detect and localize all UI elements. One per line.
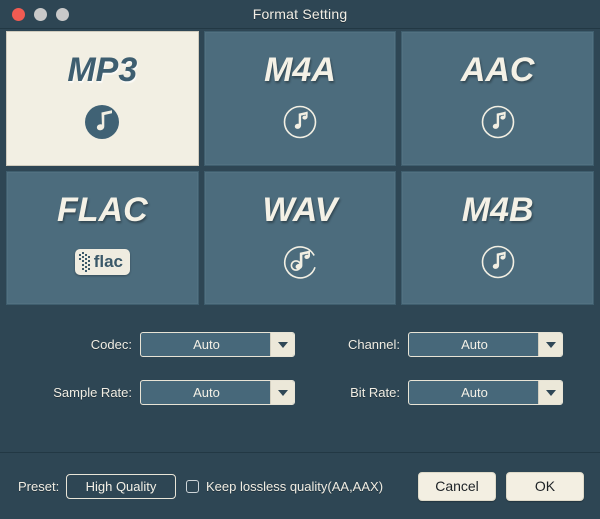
checkbox-box-icon[interactable]: [186, 480, 199, 493]
ok-button[interactable]: OK: [506, 472, 584, 501]
music-note-disc-icon: [279, 241, 321, 283]
keep-lossless-checkbox[interactable]: Keep lossless quality(AA,AAX): [186, 479, 383, 494]
sample-rate-value: Auto: [193, 385, 242, 400]
channel-value: Auto: [461, 337, 510, 352]
maximize-window-icon[interactable]: [56, 8, 69, 21]
music-note-circle-icon: [477, 241, 519, 283]
chevron-down-icon[interactable]: [270, 333, 294, 356]
bit-rate-value: Auto: [461, 385, 510, 400]
codec-row: Codec: Auto: [30, 332, 295, 357]
format-grid: MP3 M4A AAC: [6, 31, 594, 305]
sample-rate-select[interactable]: Auto: [140, 380, 295, 405]
format-tile-label: FLAC: [57, 193, 148, 227]
chevron-down-icon[interactable]: [538, 333, 562, 356]
window-titlebar: Format Setting: [0, 0, 600, 29]
codec-value: Auto: [193, 337, 242, 352]
cancel-button[interactable]: Cancel: [418, 472, 496, 501]
flac-bars-icon: [79, 252, 91, 272]
bottom-bar: Preset: High Quality Keep lossless quali…: [0, 453, 600, 519]
close-window-icon[interactable]: [12, 8, 25, 21]
format-tile-m4a[interactable]: M4A: [204, 31, 397, 166]
music-note-circle-icon: [477, 101, 519, 143]
format-tile-m4b[interactable]: M4B: [401, 171, 594, 306]
format-setting-window: Format Setting MP3 M4A: [0, 0, 600, 519]
bit-rate-row: Bit Rate: Auto: [300, 380, 563, 405]
format-tile-flac[interactable]: FLAC: [6, 171, 199, 306]
chevron-down-icon[interactable]: [538, 381, 562, 404]
channel-label: Channel:: [300, 337, 400, 352]
format-tile-mp3[interactable]: MP3: [6, 31, 199, 166]
codec-select[interactable]: Auto: [140, 332, 295, 357]
settings-panel: Codec: Auto Channel: Auto Sample Rate: A…: [0, 310, 600, 450]
sample-rate-row: Sample Rate: Auto: [30, 380, 295, 405]
window-title: Format Setting: [0, 6, 600, 22]
keep-lossless-label: Keep lossless quality(AA,AAX): [206, 479, 383, 494]
music-note-filled-circle-icon: [81, 101, 123, 143]
format-tile-label: MP3: [67, 53, 137, 87]
chevron-down-icon[interactable]: [270, 381, 294, 404]
format-tile-label: WAV: [263, 193, 338, 227]
channel-select[interactable]: Auto: [408, 332, 563, 357]
format-tile-wav[interactable]: WAV: [204, 171, 397, 306]
flac-logo-icon: flac: [81, 241, 123, 283]
bit-rate-label: Bit Rate:: [300, 385, 400, 400]
format-tile-aac[interactable]: AAC: [401, 31, 594, 166]
flac-logo-text: flac: [94, 253, 123, 270]
preset-button[interactable]: High Quality: [66, 474, 176, 499]
bit-rate-select[interactable]: Auto: [408, 380, 563, 405]
codec-label: Codec:: [30, 337, 132, 352]
music-note-circle-icon: [279, 101, 321, 143]
sample-rate-label: Sample Rate:: [30, 385, 132, 400]
channel-row: Channel: Auto: [300, 332, 563, 357]
format-tile-label: M4B: [462, 193, 534, 227]
preset-label: Preset:: [18, 479, 59, 494]
window-controls: [12, 0, 69, 28]
format-tile-label: M4A: [264, 53, 336, 87]
format-tile-label: AAC: [461, 53, 535, 87]
minimize-window-icon[interactable]: [34, 8, 47, 21]
